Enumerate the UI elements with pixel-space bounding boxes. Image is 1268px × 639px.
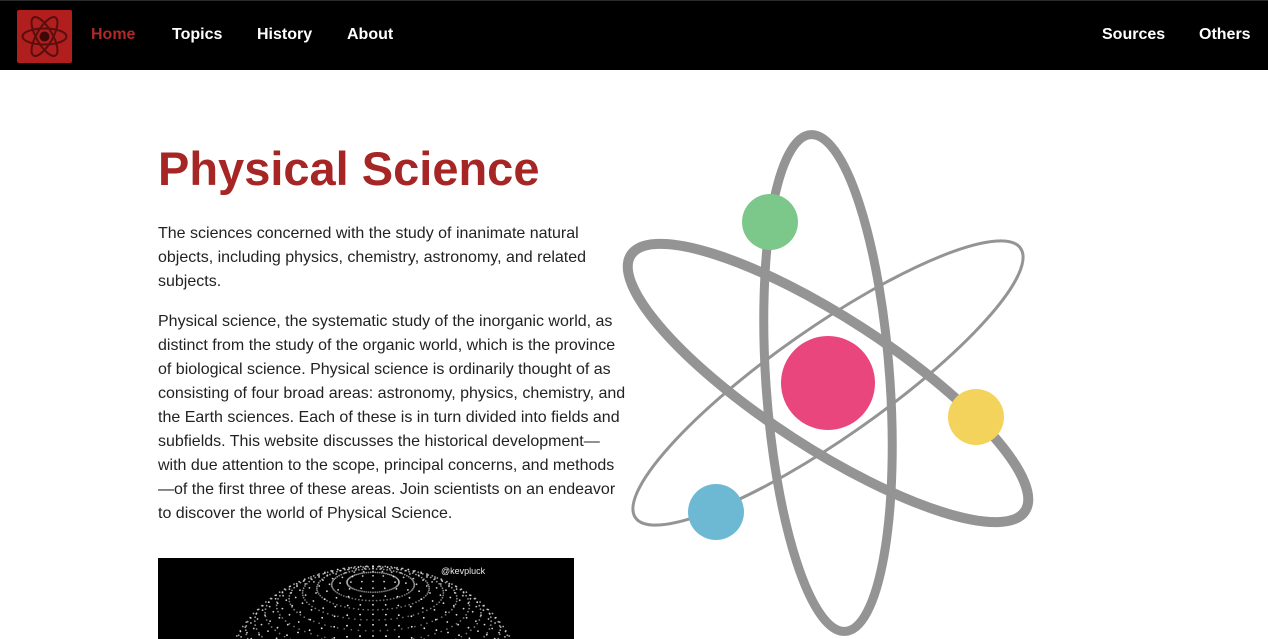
top-navbar: Home Topics History About Sources Others [0, 0, 1268, 70]
electron-green [742, 194, 798, 250]
intro-paragraph: The sciences concerned with the study of… [158, 225, 587, 290]
page-title: Physical Science [158, 142, 540, 195]
particle-sphere-graphic [235, 565, 511, 639]
electron-yellow [948, 389, 1004, 445]
nav-about[interactable]: About [347, 25, 393, 45]
particle-sphere-video[interactable]: @kevpluck [158, 558, 574, 639]
atom-logo-icon[interactable] [17, 10, 72, 63]
nav-topics[interactable]: Topics [172, 25, 222, 45]
atom-illustration [615, 128, 1045, 639]
nucleus [781, 336, 875, 430]
body-paragraph: Physical science, the systematic study o… [158, 313, 626, 522]
nav-others[interactable]: Others [1199, 25, 1251, 45]
nav-sources[interactable]: Sources [1102, 25, 1165, 45]
nav-history[interactable]: History [257, 25, 312, 45]
nav-home[interactable]: Home [91, 25, 135, 45]
electron-blue [688, 484, 744, 540]
video-handle: @kevpluck [441, 566, 486, 576]
